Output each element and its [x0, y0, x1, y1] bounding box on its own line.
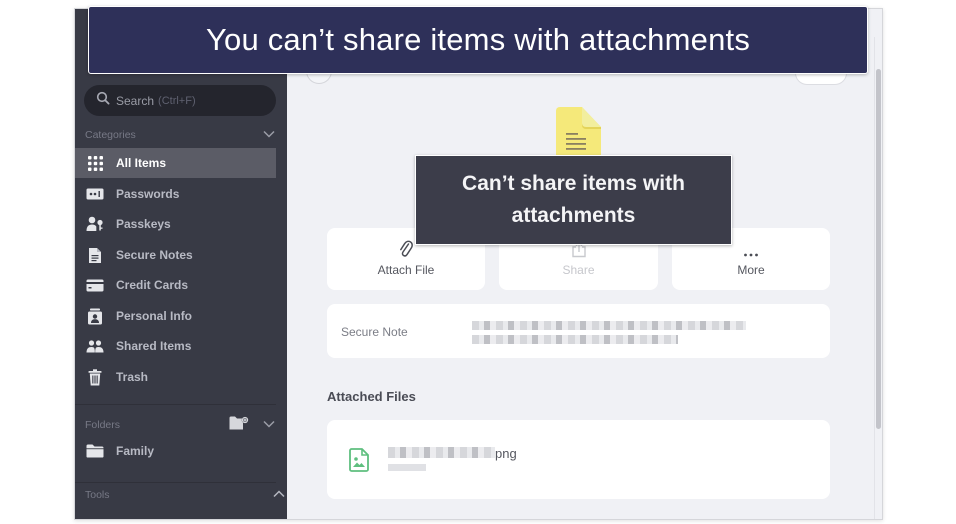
- sidebar-item-label: Trash: [116, 370, 149, 384]
- attached-file-row[interactable]: [327, 420, 830, 499]
- sidebar-item-label: All Items: [116, 156, 167, 170]
- sidebar-item-label: Passwords: [116, 187, 180, 201]
- tooltip-line-1: Can’t share items with: [462, 172, 685, 195]
- grid-icon: [86, 154, 104, 172]
- sidebar-divider: [75, 482, 276, 483]
- folders-header-label: Folders: [85, 418, 121, 431]
- secure-note-field-label: Secure Note: [341, 325, 408, 339]
- search-shortcut-hint: (Ctrl+F): [158, 94, 196, 107]
- chevron-up-icon[interactable]: [273, 489, 285, 501]
- categories-header-label: Categories: [85, 129, 136, 141]
- share-label: Share: [562, 263, 595, 277]
- attached-files-title: Attached Files: [327, 389, 416, 404]
- search-icon: [96, 91, 110, 110]
- chevron-down-icon[interactable]: [263, 419, 275, 431]
- paperclip-icon: [399, 238, 413, 258]
- sidebar-item-credit-cards[interactable]: Credit Cards: [75, 270, 276, 300]
- sidebar-item-personal-info[interactable]: Personal Info: [75, 301, 276, 331]
- sidebar-divider: [75, 404, 276, 405]
- sidebar-folder-family[interactable]: Family: [75, 436, 276, 466]
- image-file-icon: [349, 448, 369, 477]
- sidebar: Search (Ctrl+F) Categories All Items Pas…: [75, 9, 287, 519]
- password-icon: [86, 185, 104, 203]
- redacted-note-text: [472, 335, 678, 344]
- sidebar-item-passwords[interactable]: Passwords: [75, 179, 276, 209]
- more-label: More: [737, 263, 765, 277]
- sidebar-item-label: Family: [116, 444, 155, 458]
- secure-note-field[interactable]: Secure Note: [327, 304, 830, 358]
- sidebar-item-passkeys[interactable]: Passkeys: [75, 209, 276, 239]
- sidebar-item-label: Shared Items: [116, 339, 192, 353]
- redacted-file-size: [388, 464, 426, 471]
- search-input[interactable]: Search (Ctrl+F): [84, 85, 276, 116]
- trash-icon: [86, 368, 104, 386]
- tooltip-line-2: attachments: [511, 204, 636, 227]
- sidebar-item-shared-items[interactable]: Shared Items: [75, 331, 276, 361]
- folder-icon: [86, 442, 104, 460]
- add-folder-icon[interactable]: [229, 416, 249, 433]
- redacted-note-text: [472, 321, 746, 330]
- passkey-icon: [86, 215, 104, 233]
- id-badge-icon: [86, 307, 104, 325]
- annotation-banner: You can’t share items with attachments: [88, 6, 868, 74]
- people-icon: [86, 337, 104, 355]
- tools-header-label: Tools: [85, 489, 110, 501]
- scrollbar-thumb[interactable]: [876, 69, 881, 429]
- scrollbar[interactable]: [874, 37, 882, 519]
- tools-header[interactable]: Tools: [85, 489, 285, 501]
- credit-card-icon: [86, 276, 104, 294]
- folders-header: Folders: [85, 416, 275, 433]
- sidebar-item-label: Credit Cards: [116, 278, 189, 292]
- attach-file-label: Attach File: [377, 263, 435, 277]
- categories-header[interactable]: Categories: [85, 129, 275, 141]
- note-icon: [86, 246, 104, 264]
- chevron-down-icon[interactable]: [263, 129, 275, 141]
- sidebar-item-label: Personal Info: [116, 309, 193, 323]
- sidebar-item-secure-notes[interactable]: Secure Notes: [75, 240, 276, 270]
- sidebar-item-label: Passkeys: [116, 217, 171, 231]
- sidebar-item-trash[interactable]: Trash: [75, 362, 276, 392]
- redacted-file-name: [388, 447, 495, 458]
- file-name-extension: png: [495, 446, 517, 461]
- share-disabled-tooltip: Can’t share items with attachments: [415, 155, 732, 245]
- sidebar-item-label: Secure Notes: [116, 248, 193, 262]
- more-dots-icon: [743, 238, 759, 258]
- sidebar-item-all-items[interactable]: All Items: [75, 148, 276, 178]
- search-label: Search: [116, 93, 155, 108]
